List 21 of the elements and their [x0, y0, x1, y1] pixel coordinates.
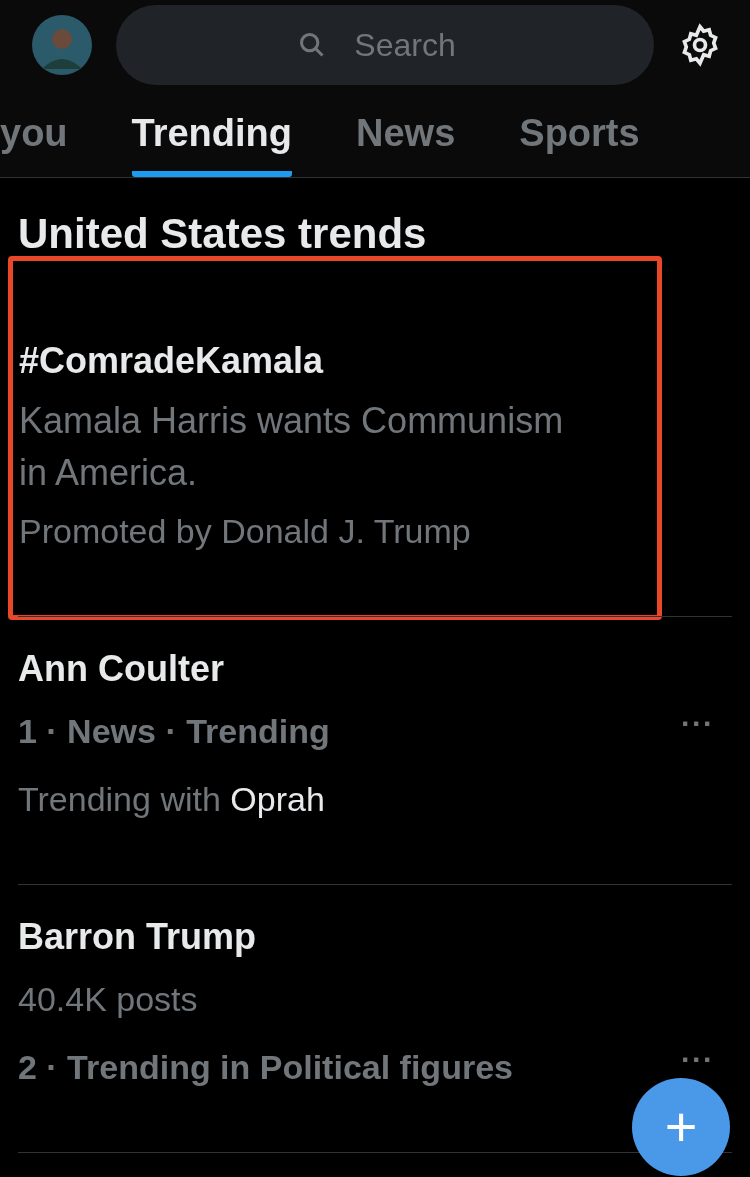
search-icon	[298, 31, 326, 59]
trend-meta: 2 · Trending in Political figures	[18, 1047, 513, 1088]
search-field[interactable]: Search	[116, 5, 654, 85]
post-count: 40.4K posts	[18, 979, 198, 1020]
more-button[interactable]: ···	[681, 715, 714, 733]
avatar[interactable]	[32, 15, 92, 75]
more-button[interactable]: ···	[681, 1051, 714, 1069]
tab[interactable]: Trending	[131, 96, 292, 177]
promoted-label: Promoted by Donald J. Trump	[19, 511, 472, 552]
related-topic[interactable]: Oprah	[230, 780, 325, 818]
trend-title[interactable]: Ann Coulter	[18, 647, 732, 691]
trend-context: Trending with	[18, 780, 221, 818]
tab[interactable]: you	[0, 96, 68, 177]
tab[interactable]: Sports	[519, 96, 640, 177]
section-title: United States trends	[17, 209, 428, 259]
tab[interactable]: News	[356, 96, 456, 177]
trend-description: Kamala Harris wants Communism in America.	[19, 399, 565, 495]
trend-meta: 1 · News · Trending	[18, 711, 330, 752]
trend-title[interactable]: Barron Trump	[18, 915, 732, 959]
trend-title[interactable]: #ComradeKamala	[19, 339, 657, 383]
compose-button[interactable]: +	[632, 1078, 730, 1176]
